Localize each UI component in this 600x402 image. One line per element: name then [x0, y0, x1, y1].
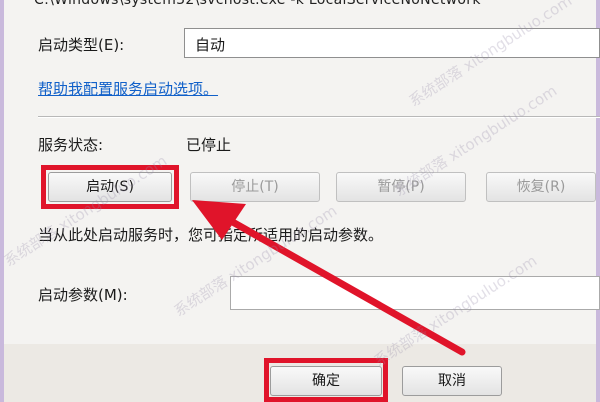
help-configure-link[interactable]: 帮助我配置服务启动选项。: [38, 78, 218, 99]
startup-type-value: 自动: [195, 36, 226, 54]
resume-button[interactable]: 恢复(R): [486, 172, 596, 202]
cancel-button[interactable]: 取消: [402, 366, 502, 396]
startup-type-select[interactable]: 自动: [184, 28, 600, 58]
start-params-hint: 当从此处启动服务时，您可指定所适用的启动参数。: [38, 226, 384, 244]
start-params-label: 启动参数(M):: [38, 286, 128, 304]
start-params-input[interactable]: [230, 276, 600, 310]
startup-type-label: 启动类型(E):: [38, 36, 125, 54]
executable-path: C:\Windows\system32\svchost.exe -k Local…: [34, 0, 481, 8]
service-status-label: 服务状态:: [38, 136, 104, 154]
ok-button-highlight: [264, 358, 388, 402]
service-status-value: 已停止: [186, 136, 232, 154]
section-divider: [38, 116, 600, 118]
start-button-highlight: [41, 165, 179, 209]
pause-button[interactable]: 暂停(P): [336, 172, 466, 202]
stop-button[interactable]: 停止(T): [190, 172, 320, 202]
